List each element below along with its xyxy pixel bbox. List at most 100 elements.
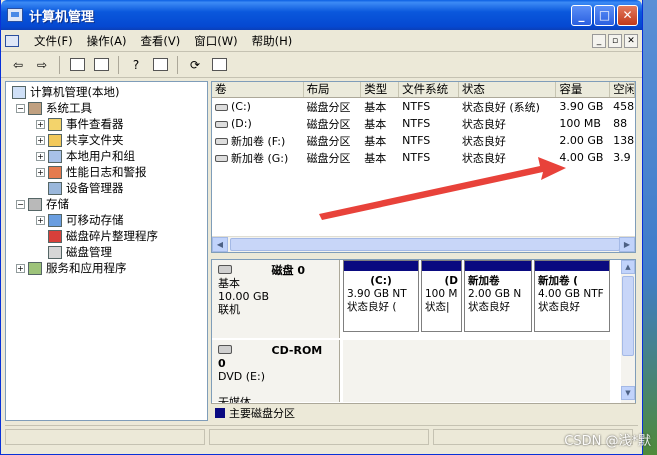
tree-item-label: 可移动存储 <box>66 213 124 227</box>
tree-item-services-apps[interactable]: + 服务和应用程序 <box>6 260 207 276</box>
help-icon[interactable]: ? <box>125 55 147 75</box>
tree-item-label: 服务和应用程序 <box>46 261 127 275</box>
status-bar <box>5 425 638 447</box>
horizontal-scrollbar[interactable]: ◀ ▶ <box>212 236 635 252</box>
hard-disk-icon <box>218 265 232 274</box>
tree-item-label: 磁盘管理 <box>66 245 112 259</box>
menu-window[interactable]: 窗口(W) <box>187 33 244 49</box>
volume-filesystem: NTFS <box>402 134 431 147</box>
disk-0-label[interactable]: 磁盘 0 基本 10.00 GB 联机 <box>212 260 340 338</box>
tree-item-local-users[interactable]: + 本地用户和组 <box>6 148 207 164</box>
tree-item-disk-management[interactable]: 磁盘管理 <box>6 244 207 260</box>
tools-icon <box>28 101 42 115</box>
volume-filesystem: NTFS <box>402 151 431 164</box>
properties-icon[interactable] <box>149 55 171 75</box>
show-hide-tree-icon[interactable] <box>90 55 112 75</box>
scrollbar-thumb[interactable] <box>622 276 634 356</box>
scroll-up-icon[interactable]: ▲ <box>621 260 635 274</box>
scroll-right-icon[interactable]: ▶ <box>619 237 635 252</box>
cdrom-icon <box>218 345 232 354</box>
partition-status: 状态良好 ( <box>347 301 397 313</box>
cdrom-0-label[interactable]: CD-ROM 0 DVD (E:) 无媒体 <box>212 340 340 409</box>
minimize-button[interactable]: _ <box>571 4 592 26</box>
forward-icon[interactable]: ⇨ <box>31 55 53 75</box>
window-title: 计算机管理 <box>29 9 95 25</box>
back-icon[interactable]: ⇦ <box>7 55 29 75</box>
volume-free: 458 <box>613 100 635 113</box>
column-header-type[interactable]: 类型 <box>361 82 400 97</box>
volume-capacity: 4.00 GB <box>559 151 604 164</box>
cdrom-empty-area <box>343 340 610 402</box>
volume-free: 138 <box>613 134 635 147</box>
column-header-layout[interactable]: 布局 <box>304 82 362 97</box>
volume-capacity: 3.90 GB <box>559 100 604 113</box>
partition-c[interactable]: (C:) 3.90 GB NT 状态良好 ( <box>343 260 419 332</box>
column-header-capacity[interactable]: 容量 <box>556 82 611 97</box>
vertical-scrollbar[interactable]: ▲ ▼ <box>621 260 635 420</box>
menu-help[interactable]: 帮助(H) <box>245 33 300 49</box>
volume-type: 基本 <box>364 100 387 114</box>
volume-free: 3.9 <box>613 151 631 164</box>
close-button[interactable]: ✕ <box>617 4 638 26</box>
disk-management-icon <box>48 245 62 259</box>
tree-item-removable-storage[interactable]: + 可移动存储 <box>6 212 207 228</box>
expand-toggle[interactable]: + <box>36 167 45 177</box>
disk-0-row: 磁盘 0 基本 10.00 GB 联机 (C:) 3.90 GB NT 状态良好 (… <box>212 260 622 338</box>
tree-item-event-viewer[interactable]: + 事件查看器 <box>6 116 207 132</box>
tree-item-system-tools[interactable]: − 系统工具 <box>6 100 207 116</box>
table-row[interactable]: (D:) 磁盘分区 基本 NTFS 状态良好 100 MB 88 <box>212 115 635 132</box>
expand-toggle[interactable]: + <box>36 215 45 225</box>
volume-list-header: 卷 布局 类型 文件系统 状态 容量 空闲 <box>212 82 635 98</box>
computer-icon <box>12 85 26 99</box>
menu-action[interactable]: 操作(A) <box>80 33 134 49</box>
details-pane: 卷 布局 类型 文件系统 状态 容量 空闲 (C:) 磁盘分区 基本 NTFS … <box>211 81 636 421</box>
up-folder-icon[interactable] <box>66 55 88 75</box>
tree-item-defragmenter[interactable]: 磁盘碎片整理程序 <box>6 228 207 244</box>
disk-graphical-view: 磁盘 0 基本 10.00 GB 联机 (C:) 3.90 GB NT 状态良好 (… <box>211 259 636 421</box>
refresh-icon[interactable]: ⟳ <box>184 55 206 75</box>
column-header-status[interactable]: 状态 <box>459 82 557 97</box>
partition-f[interactable]: 新加卷 2.00 GB N 状态良好 <box>464 260 532 332</box>
title-bar[interactable]: 计算机管理 _ □ ✕ <box>1 0 642 30</box>
toolbar: ⇦ ⇨ ? ⟳ <box>1 52 642 78</box>
scroll-down-icon[interactable]: ▼ <box>621 386 635 400</box>
expand-toggle[interactable]: + <box>36 119 45 129</box>
expand-toggle[interactable]: + <box>36 151 45 161</box>
menu-file[interactable]: 文件(F) <box>27 33 80 49</box>
disk-name: CD-ROM 0 <box>218 344 323 370</box>
partition-d[interactable]: (D 100 M 状态| <box>421 260 462 332</box>
tree-item-shared-folders[interactable]: + 共享文件夹 <box>6 132 207 148</box>
collapse-toggle[interactable]: − <box>16 199 25 209</box>
tree-root[interactable]: 计算机管理(本地) <box>6 84 207 100</box>
settings-icon[interactable] <box>208 55 230 75</box>
partition-g[interactable]: 新加卷 (4.00 GB NTF 状态良好 <box>534 260 610 332</box>
expand-toggle[interactable]: + <box>16 263 25 273</box>
tree-item-device-manager[interactable]: 设备管理器 <box>6 180 207 196</box>
tree-item-label: 设备管理器 <box>66 181 124 195</box>
collapse-toggle[interactable]: − <box>16 103 25 113</box>
tree-item-label: 系统工具 <box>46 101 92 115</box>
tree-item-performance-logs[interactable]: + 性能日志和警报 <box>6 164 207 180</box>
table-row[interactable]: (C:) 磁盘分区 基本 NTFS 状态良好 (系统) 3.90 GB 458 <box>212 98 635 115</box>
maximize-button[interactable]: □ <box>594 4 615 26</box>
scrollbar-thumb[interactable] <box>230 238 620 251</box>
scroll-left-icon[interactable]: ◀ <box>212 237 228 252</box>
table-row[interactable]: 新加卷 (G:) 磁盘分区 基本 NTFS 状态良好 4.00 GB 3.9 <box>212 149 635 166</box>
partition-title: 新加卷 <box>468 275 500 287</box>
expand-toggle[interactable]: + <box>36 135 45 145</box>
volume-type: 基本 <box>364 134 387 148</box>
menu-bar: 文件(F) 操作(A) 查看(V) 窗口(W) 帮助(H) _ ▫ ✕ <box>1 30 642 52</box>
child-restore-button[interactable]: ▫ <box>608 33 622 48</box>
menu-app-icon[interactable] <box>5 34 19 47</box>
volume-layout: 磁盘分区 <box>306 134 351 148</box>
child-close-button[interactable]: ✕ <box>624 33 638 48</box>
child-minimize-button[interactable]: _ <box>592 33 606 48</box>
column-header-free[interactable]: 空闲 <box>610 82 635 97</box>
volume-status: 状态良好 <box>461 117 506 131</box>
tree-item-storage[interactable]: − 存储 <box>6 196 207 212</box>
menu-view[interactable]: 查看(V) <box>133 33 187 49</box>
column-header-volume[interactable]: 卷 <box>212 82 304 97</box>
table-row[interactable]: 新加卷 (F:) 磁盘分区 基本 NTFS 状态良好 2.00 GB 138 <box>212 132 635 149</box>
volume-capacity: 100 MB <box>559 117 601 130</box>
column-header-filesystem[interactable]: 文件系统 <box>399 82 459 97</box>
